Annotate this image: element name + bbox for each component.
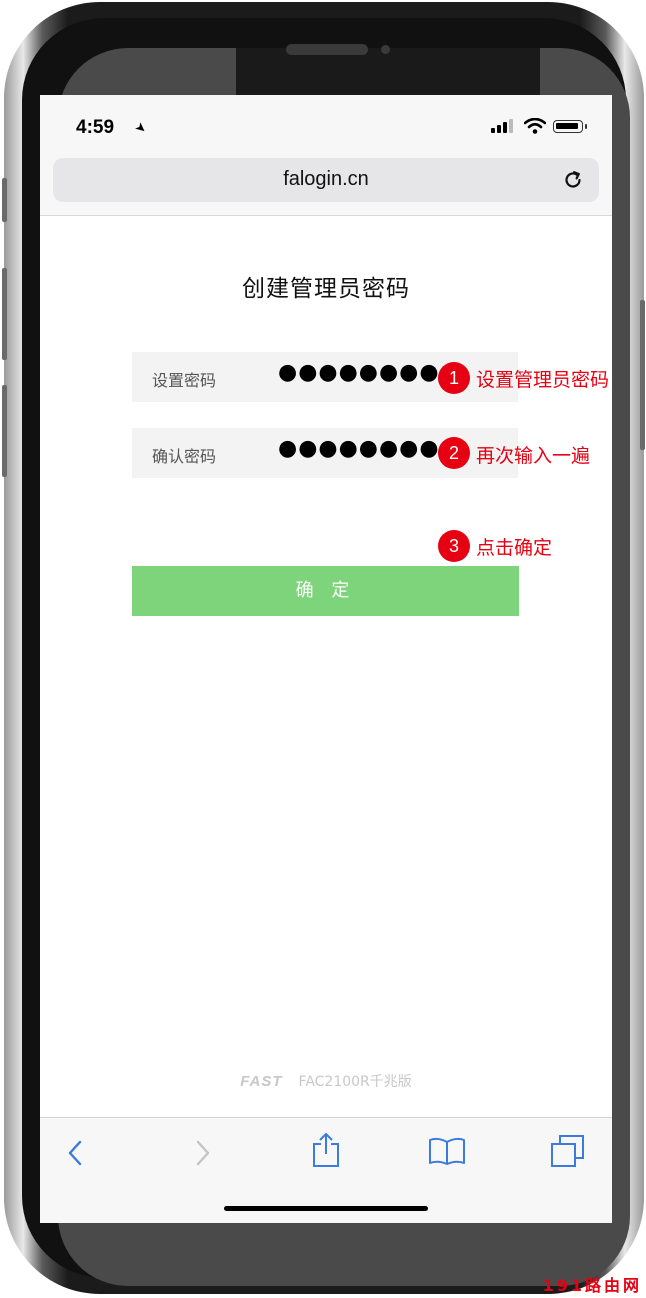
bookmarks-icon[interactable] bbox=[428, 1136, 466, 1166]
footer: FAST FAC2100R千兆版 bbox=[40, 1071, 612, 1091]
annotation-text-1: 设置管理员密码 bbox=[476, 369, 610, 391]
annotation-badge-2: 2 bbox=[438, 437, 470, 469]
page-title: 创建管理员密码 bbox=[242, 276, 410, 302]
footer-brand-logo: FAST bbox=[240, 1073, 283, 1090]
forward-icon[interactable] bbox=[192, 1138, 212, 1168]
set-password-value: ●●●●●●●●● bbox=[278, 360, 460, 385]
confirm-password-value: ●●●●●●●●● bbox=[278, 436, 460, 461]
watermark: 191路由网 bbox=[542, 1276, 642, 1295]
set-password-label: 设置密码 bbox=[152, 371, 217, 390]
annotation-text-2: 再次输入一遍 bbox=[476, 445, 591, 467]
share-icon[interactable] bbox=[311, 1132, 341, 1168]
annotation-badge-3: 3 bbox=[438, 530, 470, 562]
status-bar: 4:59 ➤ bbox=[40, 95, 612, 151]
browser-address-area: falogin.cn bbox=[40, 151, 612, 216]
confirm-button[interactable]: 确 定 bbox=[132, 566, 519, 616]
url-text: falogin.cn bbox=[283, 168, 369, 190]
address-bar[interactable]: falogin.cn bbox=[53, 158, 599, 202]
screen: 4:59 ➤ falogin.cn 创建管理员密码 设置密码 ●●●●●●●●● bbox=[40, 95, 612, 1223]
location-arrow-icon: ➤ bbox=[131, 119, 150, 138]
volume-up-button bbox=[2, 268, 7, 360]
tabs-icon[interactable] bbox=[550, 1134, 586, 1168]
camera bbox=[381, 45, 390, 54]
wifi-icon bbox=[524, 118, 546, 134]
back-icon[interactable] bbox=[66, 1138, 86, 1168]
status-time: 4:59 bbox=[76, 117, 115, 138]
home-indicator[interactable] bbox=[224, 1206, 428, 1211]
speaker bbox=[286, 44, 368, 55]
volume-down-button bbox=[2, 385, 7, 477]
mute-switch bbox=[2, 178, 7, 222]
power-button bbox=[640, 300, 645, 450]
confirm-password-label: 确认密码 bbox=[152, 447, 217, 466]
signal-icon bbox=[491, 119, 515, 133]
footer-model: FAC2100R千兆版 bbox=[298, 1074, 412, 1090]
battery-icon bbox=[553, 120, 587, 133]
annotation-badge-1: 1 bbox=[438, 362, 470, 394]
reload-icon[interactable] bbox=[561, 168, 585, 192]
browser-toolbar bbox=[40, 1117, 612, 1223]
annotation-text-3: 点击确定 bbox=[476, 537, 553, 559]
